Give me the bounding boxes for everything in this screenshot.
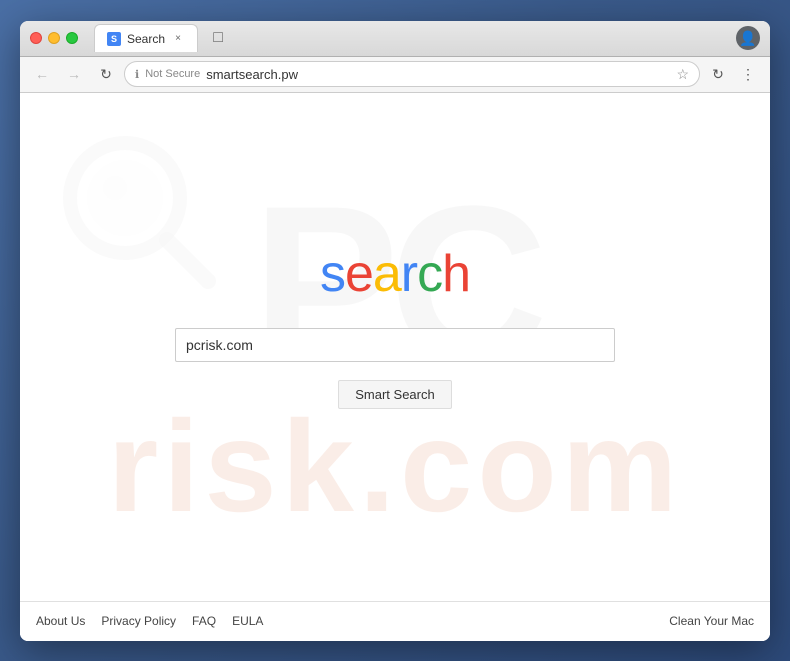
profile-icon[interactable]: 👤 xyxy=(736,26,760,50)
footer-about-link[interactable]: About Us xyxy=(36,614,85,628)
maximize-traffic-light[interactable] xyxy=(66,32,78,44)
reload-button[interactable]: ↻ xyxy=(92,60,120,88)
traffic-lights xyxy=(30,32,78,44)
page-content: PC risk.com search Smart Search About Us… xyxy=(20,93,770,641)
smart-search-button[interactable]: Smart Search xyxy=(338,380,451,409)
footer-links: About Us Privacy Policy FAQ EULA xyxy=(36,614,263,628)
logo-letter-s: s xyxy=(320,245,345,303)
page-footer: About Us Privacy Policy FAQ EULA Clean Y… xyxy=(20,601,770,641)
minimize-traffic-light[interactable] xyxy=(48,32,60,44)
logo-letter-h: h xyxy=(442,245,470,303)
search-main: search Smart Search xyxy=(20,93,770,601)
tab-close-button[interactable]: × xyxy=(171,32,185,46)
search-input-container xyxy=(175,328,615,362)
bookmark-icon[interactable]: ☆ xyxy=(676,66,689,83)
security-icon: ℹ xyxy=(135,68,139,81)
search-logo: search xyxy=(320,244,470,304)
nav-bar: ← → ↻ ℹ Not Secure smartsearch.pw ☆ ↻ ⋮ xyxy=(20,57,770,93)
logo-letter-r: r xyxy=(401,245,417,303)
browser-tab[interactable]: S Search × xyxy=(94,24,198,52)
tab-favicon: S xyxy=(107,32,121,46)
logo-letter-a: a xyxy=(373,245,401,303)
title-bar: S Search × □ 👤 xyxy=(20,21,770,57)
footer-clean-mac-link[interactable]: Clean Your Mac xyxy=(669,614,754,628)
footer-privacy-link[interactable]: Privacy Policy xyxy=(101,614,176,628)
footer-faq-link[interactable]: FAQ xyxy=(192,614,216,628)
browser-menu-button[interactable]: ⋮ xyxy=(734,60,762,88)
close-traffic-light[interactable] xyxy=(30,32,42,44)
address-bar[interactable]: ℹ Not Secure smartsearch.pw ☆ xyxy=(124,61,700,87)
browser-window: S Search × □ 👤 ← → ↻ ℹ Not Secure smarts… xyxy=(20,21,770,641)
footer-eula-link[interactable]: EULA xyxy=(232,614,263,628)
not-secure-label: Not Secure xyxy=(145,68,200,80)
logo-letter-c: c xyxy=(417,245,442,303)
back-button[interactable]: ← xyxy=(28,60,56,88)
tab-title: Search xyxy=(127,32,165,46)
search-input[interactable] xyxy=(175,328,615,362)
logo-letter-e: e xyxy=(345,245,373,303)
forward-button[interactable]: → xyxy=(60,60,88,88)
new-tab-button[interactable]: □ xyxy=(206,26,230,50)
address-text[interactable]: smartsearch.pw xyxy=(206,67,670,82)
browser-refresh-button[interactable]: ↻ xyxy=(704,60,732,88)
nav-right-buttons: ↻ ⋮ xyxy=(704,60,762,88)
